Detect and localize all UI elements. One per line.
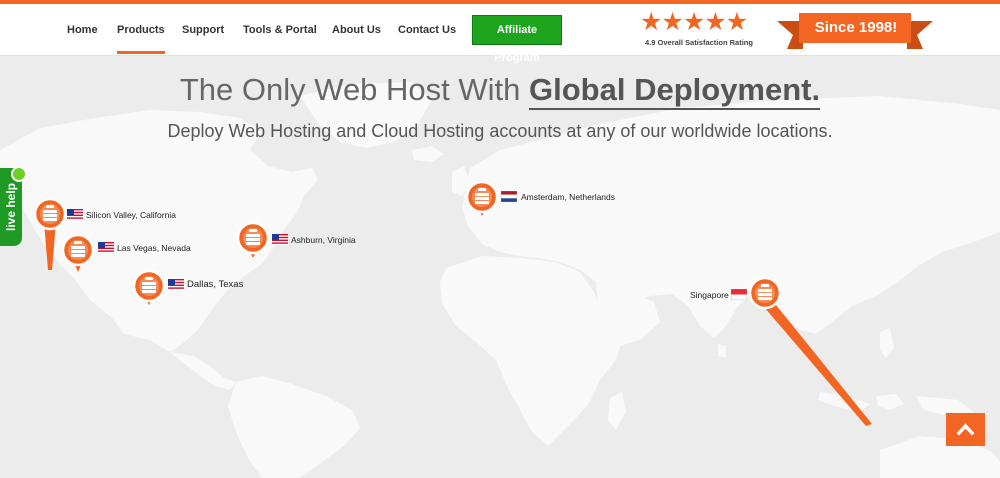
us-flag-icon (67, 209, 83, 220)
netherlands-flag-icon (501, 191, 517, 202)
live-help-label: live help (4, 182, 18, 232)
location-label-silicon-valley: Silicon Valley, California (86, 210, 176, 220)
online-status-dot (11, 166, 27, 182)
singapore-flag-icon (731, 289, 747, 300)
pin-singapore[interactable] (748, 276, 872, 426)
location-label-amsterdam: Amsterdam, Netherlands (521, 192, 616, 202)
location-label-singapore: Singapore (690, 290, 729, 300)
scroll-to-top-button[interactable] (946, 413, 985, 446)
pin-ashburn[interactable] (236, 221, 270, 258)
us-flag-icon (272, 234, 288, 245)
us-flag-icon (98, 242, 114, 253)
pin-dallas[interactable] (132, 269, 166, 305)
pin-amsterdam[interactable] (465, 180, 499, 216)
us-flag-icon (168, 279, 184, 290)
chevron-up-icon (956, 423, 975, 436)
location-label-dallas: Dallas, Texas (187, 279, 244, 290)
location-label-las-vegas: Las Vegas, Nevada (117, 243, 191, 253)
pin-las-vegas[interactable] (61, 233, 95, 272)
location-label-ashburn: Ashburn, Virginia (291, 235, 356, 245)
pin-silicon-valley[interactable] (33, 197, 67, 270)
location-pins (33, 180, 872, 426)
